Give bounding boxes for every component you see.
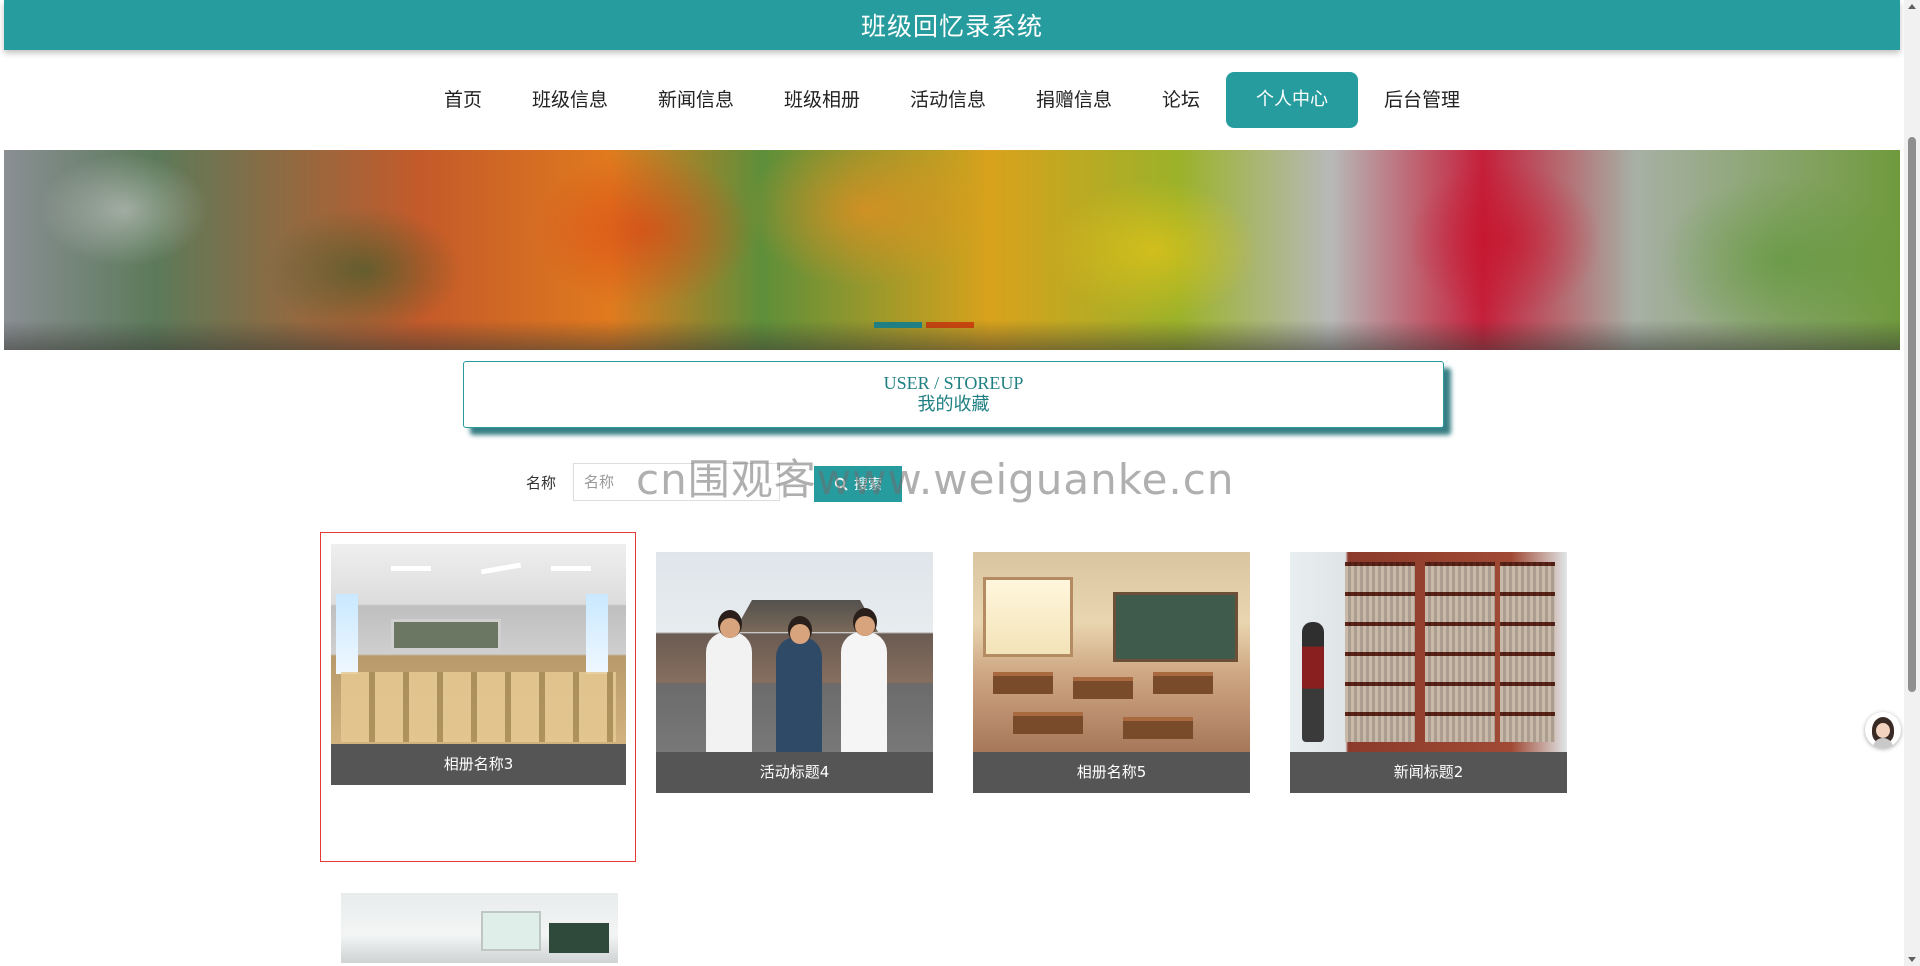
nav-item-personal-center[interactable]: 个人中心 (1226, 72, 1359, 128)
floating-avatar-icon[interactable] (1865, 712, 1901, 748)
favorite-card-image (1290, 552, 1567, 752)
title-bar: 班级回忆录系统 (4, 0, 1900, 50)
search-label: 名称 (526, 474, 557, 492)
section-title-en: USER / STOREUP (883, 373, 1024, 393)
search-input[interactable] (573, 463, 780, 501)
favorite-card-title: 活动标题4 (656, 752, 933, 793)
section-header: USER / STOREUP 我的收藏 (463, 361, 1444, 428)
carousel-dot-1[interactable] (874, 322, 922, 328)
scroll-down-arrow-icon[interactable] (1908, 957, 1916, 962)
nav-item-class-album[interactable]: 班级相册 (760, 72, 884, 128)
nav-item-class-info[interactable]: 班级信息 (508, 72, 632, 128)
favorite-card-image (341, 893, 618, 963)
nav-item-news[interactable]: 新闻信息 (634, 72, 758, 128)
favorite-card-image (656, 552, 933, 752)
favorite-card[interactable]: 相册名称5 (973, 552, 1250, 794)
favorite-card-title: 相册名称5 (973, 752, 1250, 793)
page-scrollbar[interactable] (1904, 0, 1920, 966)
scrollbar-thumb[interactable] (1908, 137, 1916, 692)
page: 班级回忆录系统 首页 班级信息 新闻信息 班级相册 活动信息 捐赠信息 论坛 个… (0, 0, 1920, 966)
favorite-card-title: 相册名称3 (331, 744, 626, 785)
section-title-cn: 我的收藏 (917, 394, 990, 415)
favorite-card[interactable]: 新闻标题2 (1290, 552, 1567, 794)
carousel-indicators (874, 322, 974, 328)
nav-item-donations[interactable]: 捐赠信息 (1012, 72, 1136, 128)
search-icon (834, 477, 848, 491)
carousel-dot-2[interactable] (926, 322, 974, 328)
nav-item-forum[interactable]: 论坛 (1138, 72, 1224, 128)
search-button-label: 搜索 (854, 477, 882, 493)
nav-item-admin[interactable]: 后台管理 (1360, 72, 1484, 128)
favorite-card[interactable] (341, 893, 618, 963)
favorite-card[interactable]: 活动标题4 (656, 552, 933, 794)
favorite-card-image (973, 552, 1250, 752)
nav-item-activities[interactable]: 活动信息 (886, 72, 1010, 128)
favorite-card-title: 新闻标题2 (1290, 752, 1567, 793)
search-button[interactable]: 搜索 (814, 466, 902, 502)
nav-item-home[interactable]: 首页 (420, 72, 506, 128)
favorite-card-image (331, 544, 626, 744)
favorite-card[interactable]: 相册名称3 (331, 544, 626, 786)
main-nav: 首页 班级信息 新闻信息 班级相册 活动信息 捐赠信息 论坛 个人中心 后台管理 (0, 72, 1904, 128)
scroll-up-arrow-icon[interactable] (1908, 4, 1916, 9)
site-title: 班级回忆录系统 (860, 12, 1043, 41)
banner-carousel[interactable] (4, 150, 1900, 350)
